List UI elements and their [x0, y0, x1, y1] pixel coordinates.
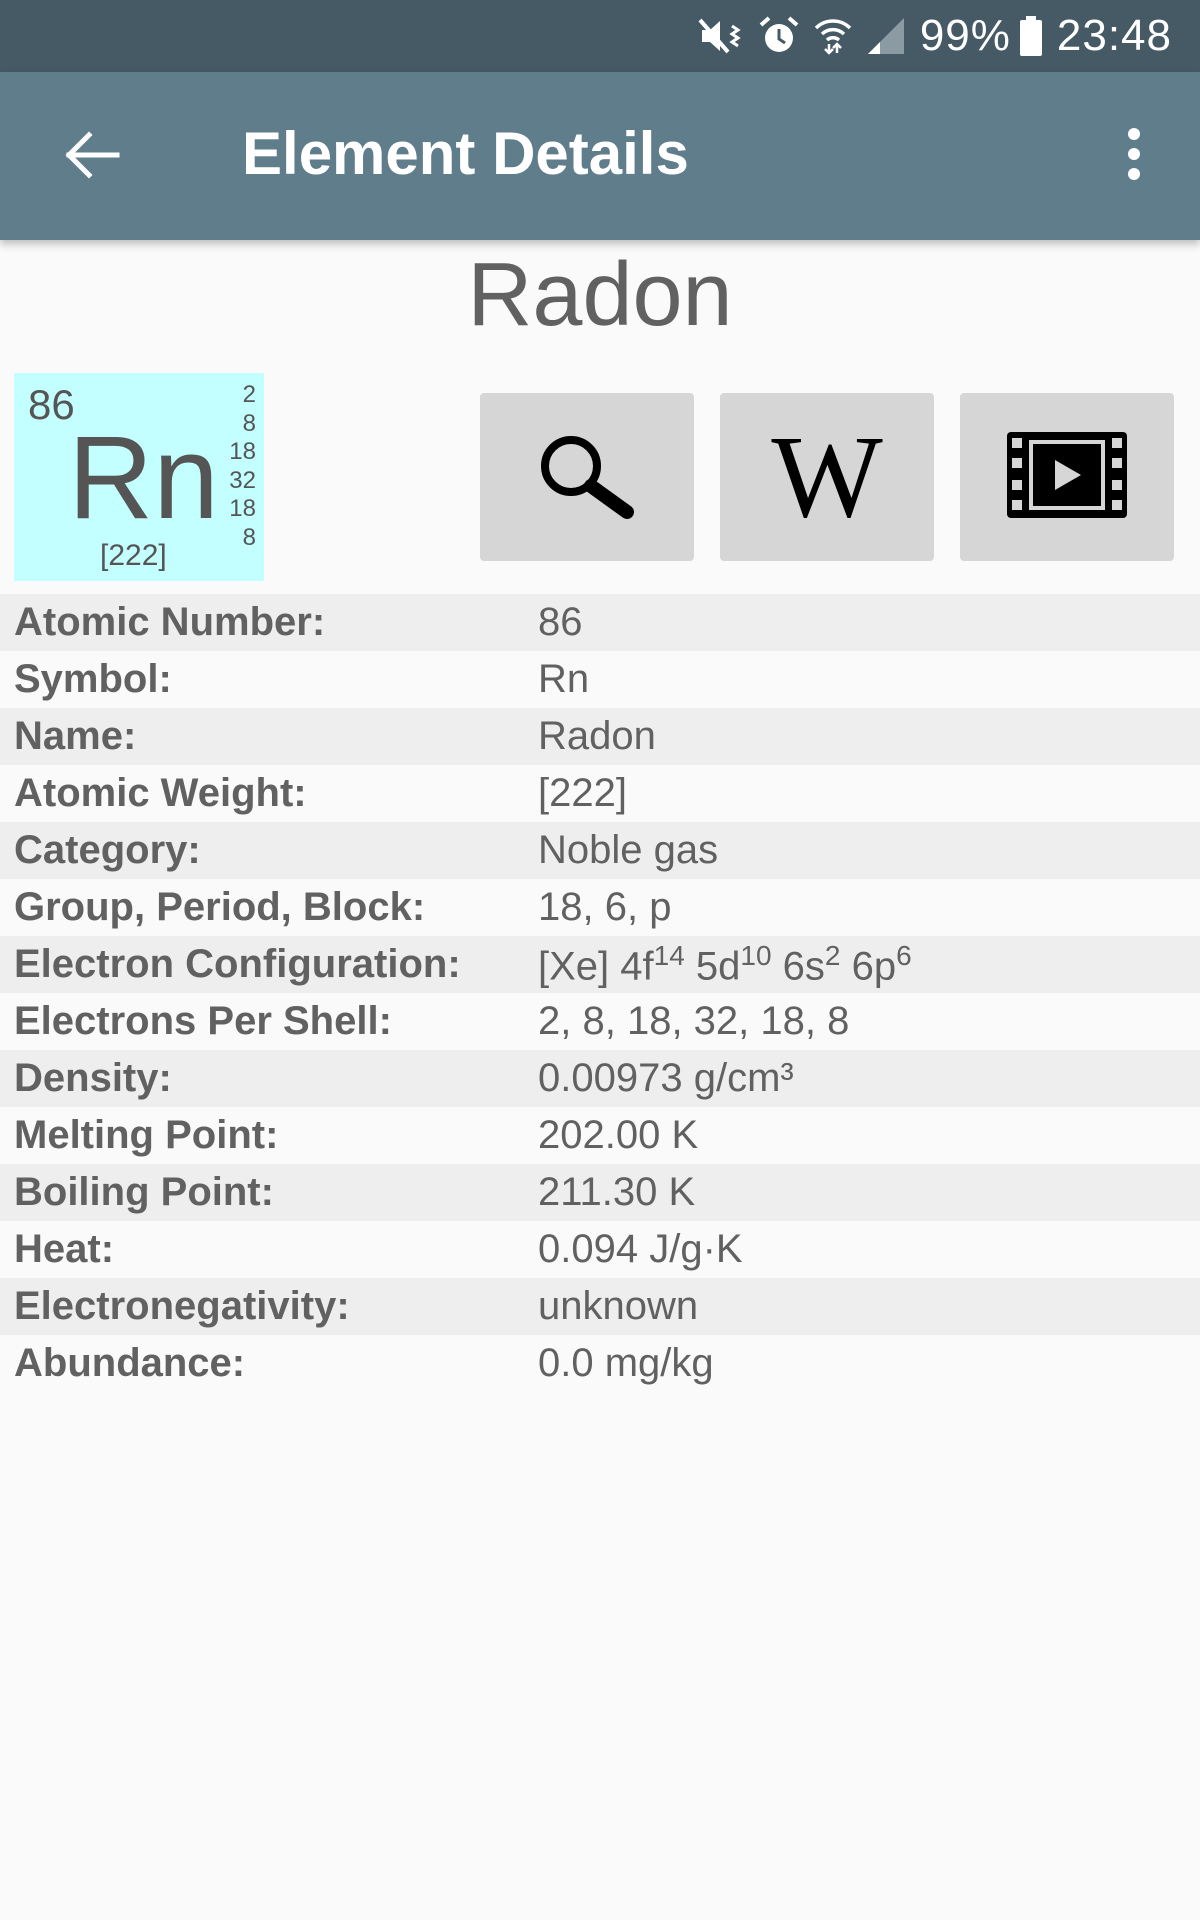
detail-row-heat: Heat: 0.094 J/g·K: [0, 1221, 1200, 1278]
detail-value: 0.094 J/g·K: [538, 1227, 743, 1271]
signal-icon: [866, 16, 906, 56]
detail-row-melting-point: Melting Point: 202.00 K: [0, 1107, 1200, 1164]
wifi-icon: [814, 16, 852, 56]
alarm-icon: [758, 15, 800, 57]
detail-label: Melting Point:: [14, 1113, 279, 1157]
detail-row-atomic-weight: Atomic Weight: [222]: [0, 765, 1200, 822]
detail-value: 0.0 mg/kg: [538, 1341, 714, 1385]
detail-value: 202.00 K: [538, 1113, 699, 1157]
app-bar: Element Details: [0, 72, 1200, 240]
detail-label: Electrons Per Shell:: [14, 999, 392, 1043]
detail-label: Electronegativity:: [14, 1284, 350, 1328]
search-button[interactable]: [480, 393, 694, 561]
detail-label: Atomic Weight:: [14, 771, 307, 815]
detail-value: 211.30 K: [538, 1170, 696, 1214]
detail-row-atomic-number: Atomic Number: 86: [0, 594, 1200, 651]
detail-value: [222]: [538, 771, 627, 815]
config-part: 6s: [771, 944, 825, 989]
page-title: Element Details: [242, 120, 689, 187]
tile-shell: 18: [229, 495, 256, 522]
detail-row-density: Density: 0.00973 g/cm³: [0, 1050, 1200, 1107]
detail-row-name: Name: Radon: [0, 708, 1200, 765]
config-superscript: 10: [740, 939, 772, 971]
detail-row-symbol: Symbol: Rn: [0, 651, 1200, 708]
mute-vibrate-icon: [698, 16, 744, 56]
video-button[interactable]: [960, 393, 1174, 561]
wikipedia-button[interactable]: W: [720, 393, 934, 561]
element-name-heading: Radon: [467, 245, 733, 345]
config-part: [Xe] 4f: [538, 944, 654, 989]
detail-label: Heat:: [14, 1227, 115, 1271]
detail-value: 2, 8, 18, 32, 18, 8: [538, 999, 850, 1043]
back-button[interactable]: [56, 122, 126, 192]
detail-row-electron-configuration: Electron Configuration: [Xe] 4f14 5d10 6…: [0, 936, 1200, 993]
config-superscript: 2: [824, 939, 841, 971]
element-tile: 86 Rn [222] 2 8 18 32 18 8: [14, 373, 264, 581]
detail-row-electronegativity: Electronegativity: unknown: [0, 1278, 1200, 1335]
detail-value: 18, 6, p: [538, 885, 672, 929]
detail-label: Symbol:: [14, 657, 172, 701]
battery-percent: 99%: [919, 11, 1011, 60]
detail-value: Rn: [538, 657, 590, 701]
tile-shell: 32: [229, 466, 256, 494]
arrow-back-icon: [61, 130, 121, 185]
detail-row-category: Category: Noble gas: [0, 822, 1200, 879]
status-icons: 99% 23:48: [698, 0, 1172, 72]
detail-value: unknown: [538, 1284, 699, 1328]
video-icon: [1007, 431, 1127, 523]
detail-label: Density:: [14, 1056, 172, 1100]
battery-icon: [1019, 15, 1043, 57]
detail-value: Radon: [538, 714, 656, 758]
detail-value: Noble gas: [538, 828, 719, 872]
tile-shell: 18: [229, 438, 256, 465]
detail-row-boiling-point: Boiling Point: 211.30 K: [0, 1164, 1200, 1221]
overflow-menu-button[interactable]: [1116, 124, 1152, 188]
detail-label: Category:: [14, 828, 201, 872]
tile-shell: 2: [242, 381, 256, 408]
detail-value: 86: [538, 600, 583, 644]
tile-atomic-mass: [222]: [100, 539, 167, 572]
config-part: 6p: [840, 944, 897, 989]
status-time: 23:48: [1056, 11, 1172, 60]
electron-configuration-value: [Xe] 4f14 5d10 6s2 6p6: [538, 940, 912, 989]
detail-row-electrons-per-shell: Electrons Per Shell: 2, 8, 18, 32, 18, 8: [0, 993, 1200, 1050]
more-vert-icon: [1126, 127, 1142, 186]
detail-label: Name:: [14, 714, 137, 758]
tile-shell: 8: [242, 523, 256, 551]
detail-label: Group, Period, Block:: [14, 885, 426, 929]
tile-shell: 8: [242, 409, 256, 437]
config-superscript: 14: [653, 939, 685, 971]
detail-label: Electron Configuration:: [14, 942, 461, 986]
search-icon: [535, 430, 639, 525]
status-bar: 99% 23:48: [0, 0, 1200, 72]
detail-row-abundance: Abundance: 0.0 mg/kg: [0, 1335, 1200, 1392]
wikipedia-icon: W: [771, 411, 883, 542]
detail-label: Atomic Number:: [14, 600, 326, 644]
config-superscript: 6: [896, 939, 912, 971]
tile-symbol: Rn: [68, 412, 219, 544]
element-details-table: Atomic Number: 86 Symbol: Rn Name: Radon…: [0, 594, 1200, 1392]
detail-label: Abundance:: [14, 1341, 246, 1385]
detail-value: 0.00973 g/cm³: [538, 1056, 794, 1100]
detail-label: Boiling Point:: [14, 1170, 274, 1214]
tile-electron-shells: 2 8 18 32 18 8: [216, 381, 256, 552]
detail-row-group-period-block: Group, Period, Block: 18, 6, p: [0, 879, 1200, 936]
config-part: 5d: [684, 944, 741, 989]
